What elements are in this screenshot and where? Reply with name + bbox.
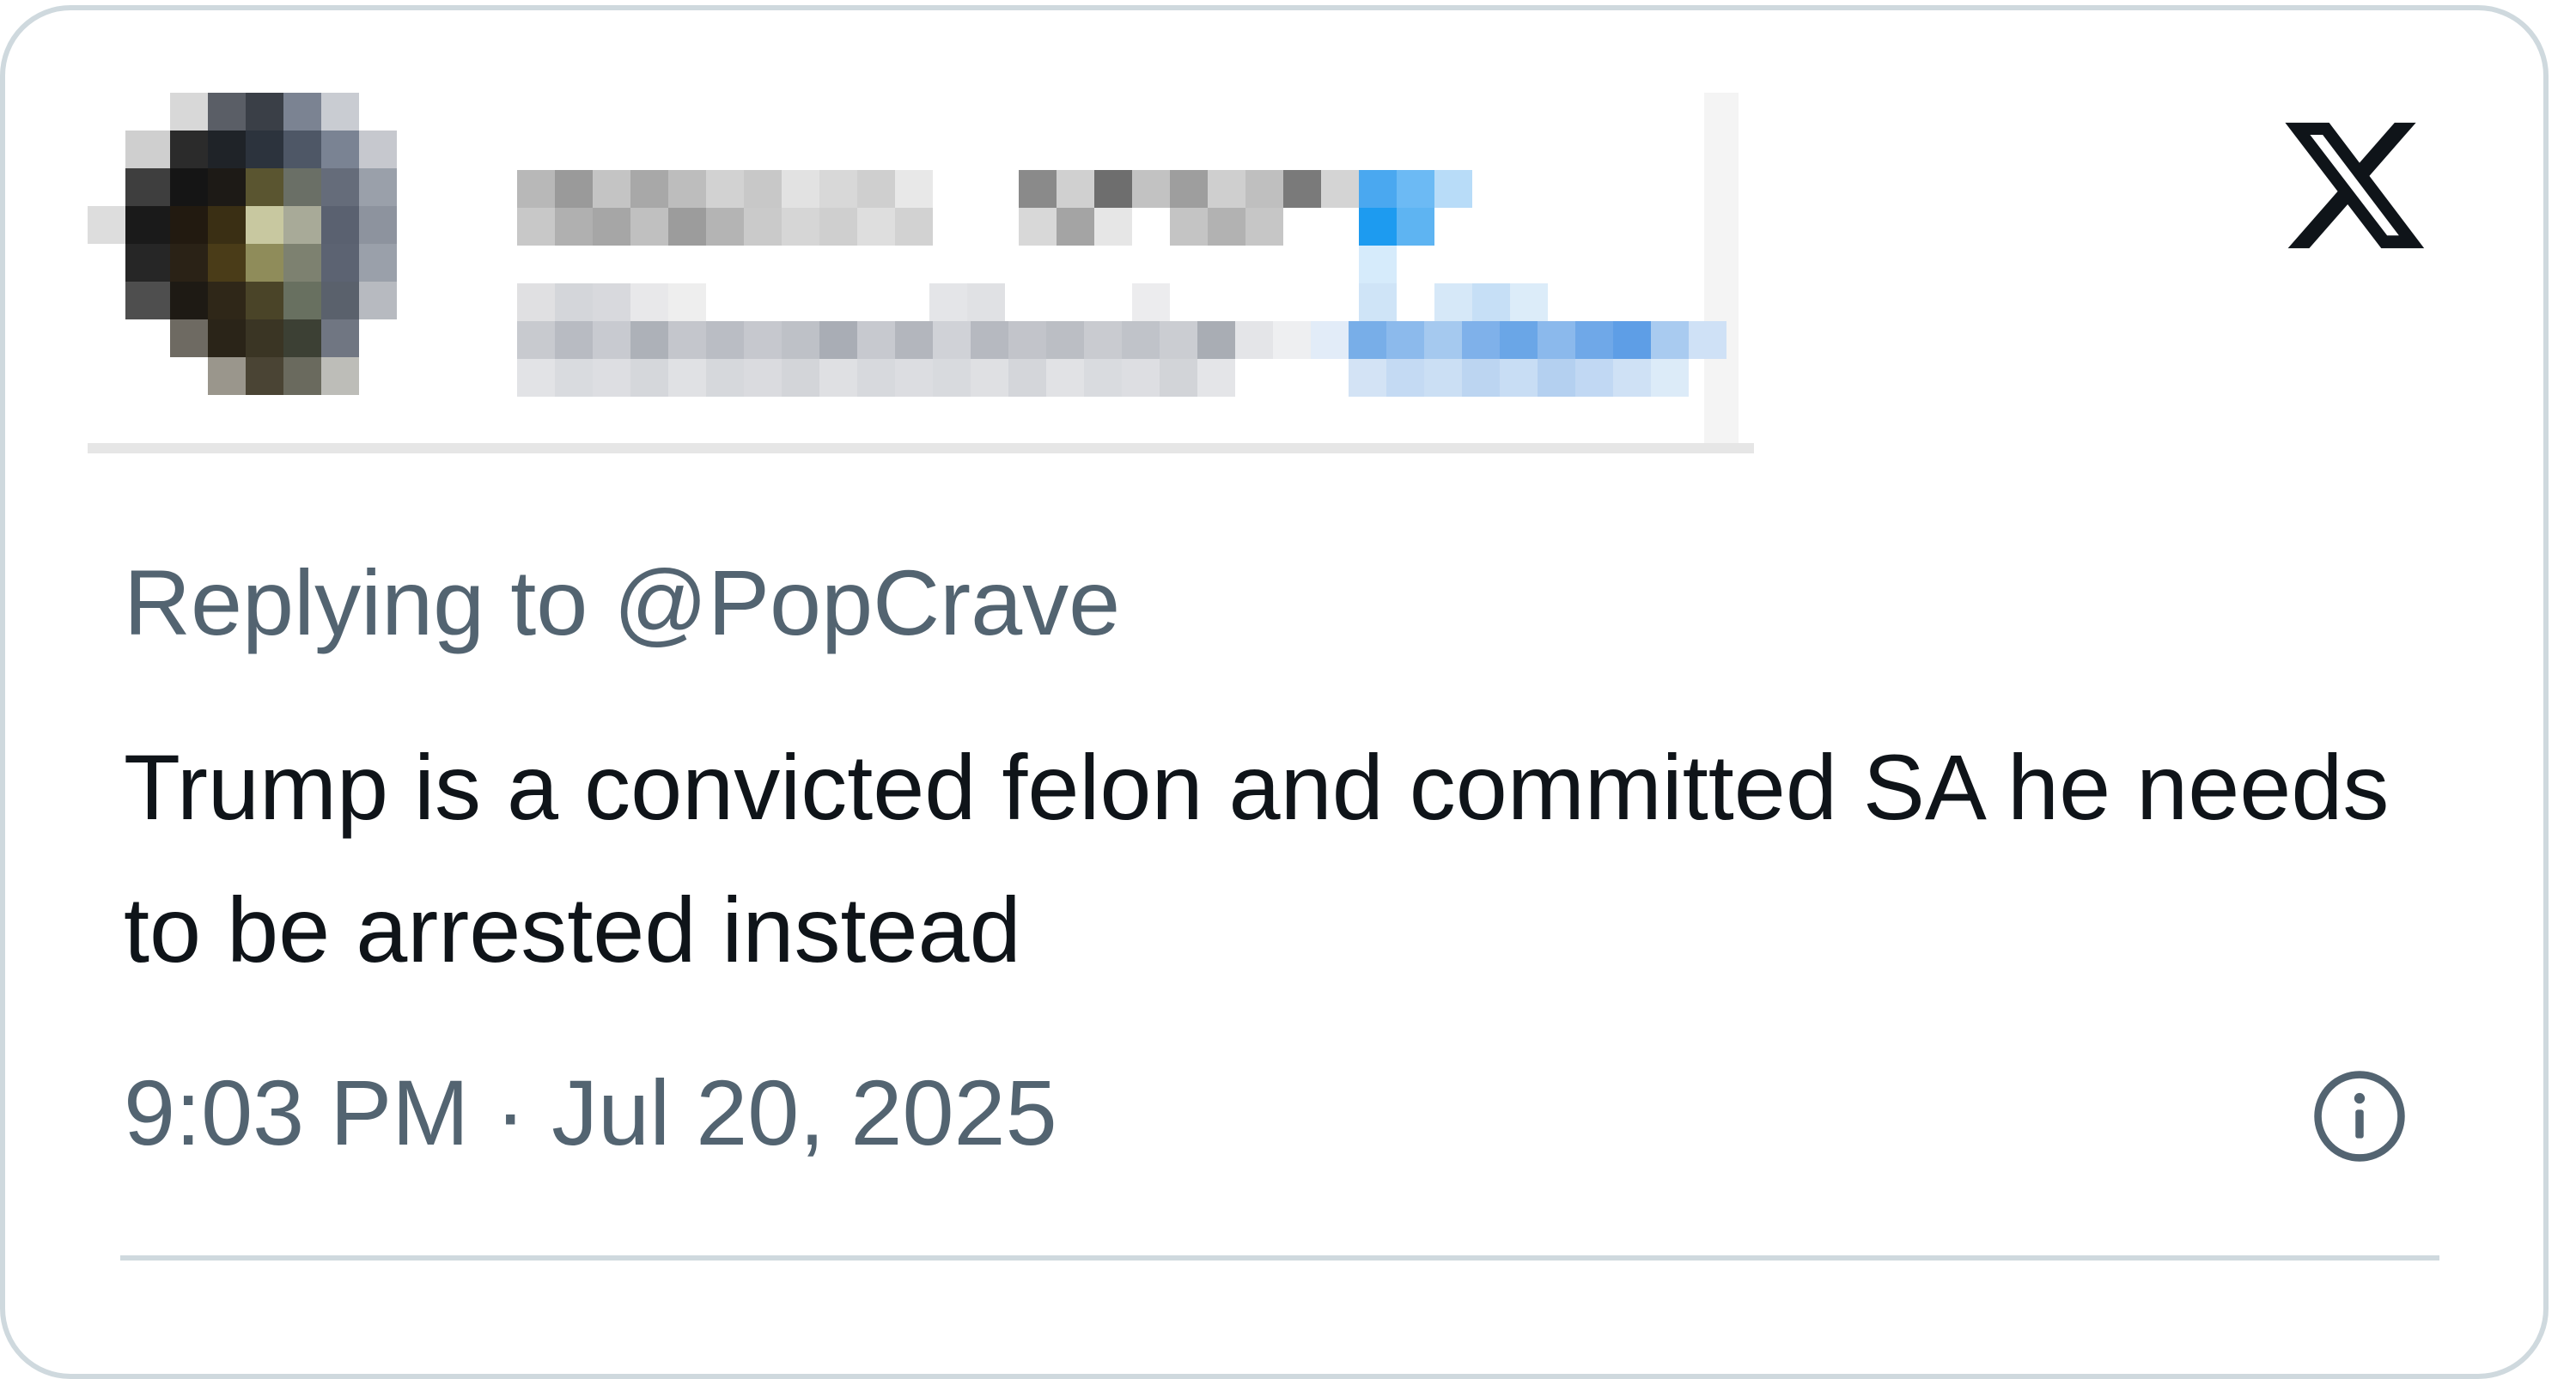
replying-to-line: Replying to @PopCrave [124, 551, 1120, 654]
tweet-text: Trump is a convicted felon and committed… [124, 735, 2390, 981]
x-logo-icon[interactable] [2273, 108, 2436, 263]
redacted-author-header [88, 93, 1754, 453]
avatar[interactable] [88, 93, 397, 395]
replying-to-label: Replying to [124, 550, 588, 654]
display-name-redacted[interactable] [517, 170, 1472, 283]
info-icon[interactable] [2311, 1067, 2409, 1165]
header-divider [88, 443, 1754, 453]
tweet-timestamp[interactable]: 9:03 PM · Jul 20, 2025 [124, 1061, 1057, 1164]
pixelated-author-block [88, 93, 1739, 443]
replying-to-handle[interactable]: @PopCrave [613, 550, 1120, 654]
handle-redacted[interactable] [517, 283, 1726, 397]
tweet-card[interactable]: Replying to @PopCrave Trump is a convict… [0, 5, 2549, 1379]
footer-divider [120, 1255, 2439, 1261]
